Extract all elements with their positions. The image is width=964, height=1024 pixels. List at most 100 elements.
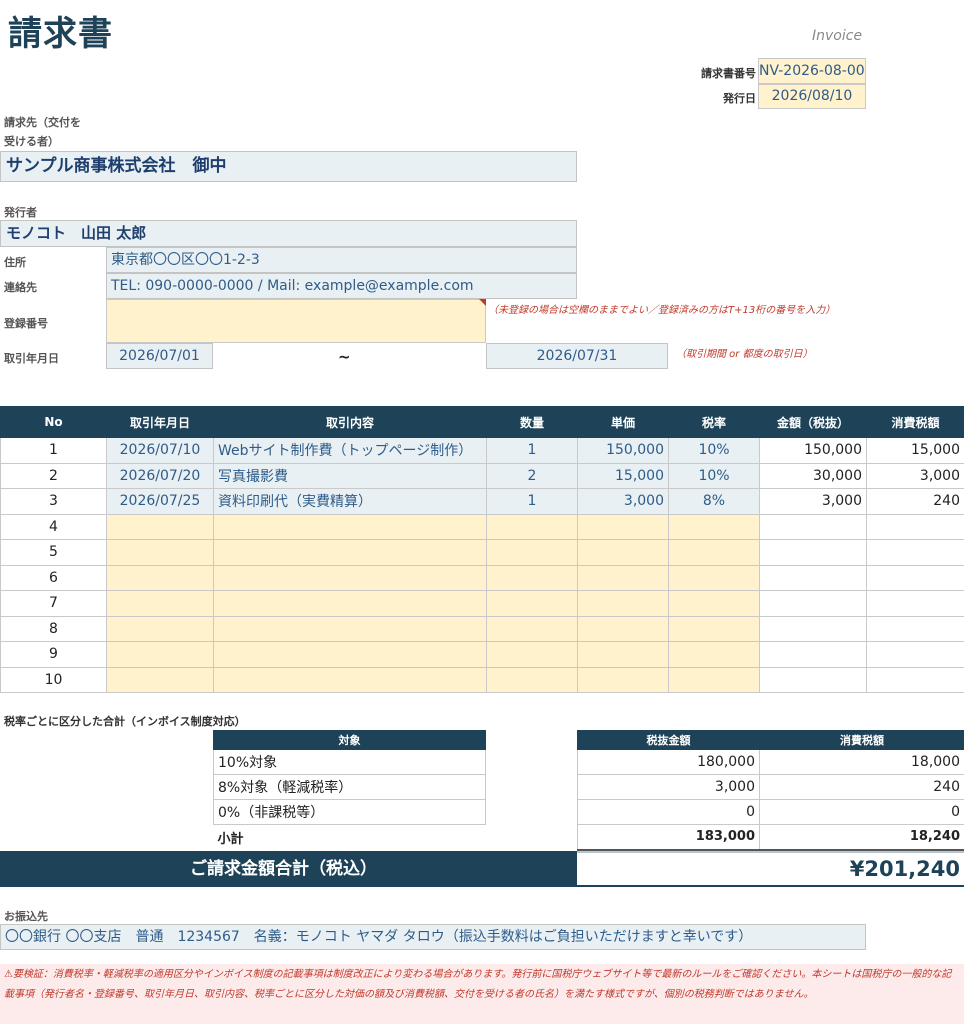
row-desc[interactable] [213, 513, 487, 540]
bank-field[interactable]: 〇〇銀行 〇〇支店 普通 1234567 名義：モノコト ヤマダ タロウ（振込手… [0, 924, 866, 950]
row-date[interactable]: 2026/07/10 [106, 437, 214, 464]
row-rate[interactable] [668, 539, 760, 566]
row-desc[interactable] [213, 564, 487, 591]
summary-values-table: 税抜金額 消費税額 180,000 18,000 3,000 240 0 0 1… [577, 730, 964, 851]
contact-field[interactable]: TEL: 090-0000-0000 / Mail: example@examp… [106, 273, 577, 299]
table-row: 5 [0, 539, 964, 566]
row-date[interactable] [106, 539, 214, 566]
contact-label: 連絡先 [4, 281, 37, 294]
row-price[interactable]: 3,000 [577, 488, 669, 515]
col-header-date: 取引年月日 [106, 406, 214, 438]
subtotal-tax: 18,240 [759, 824, 964, 851]
period-from-field[interactable]: 2026/07/01 [106, 343, 213, 369]
row-desc[interactable] [213, 641, 487, 668]
row-desc[interactable] [213, 539, 487, 566]
recipient-label: 請求先（交付を 受ける者） [4, 113, 81, 151]
row-tax [866, 641, 964, 668]
row-qty[interactable] [486, 641, 578, 668]
items-header-row: No 取引年月日 取引内容 数量 単価 税率 金額（税抜） 消費税額 [0, 406, 964, 438]
recipient-name-field[interactable]: サンプル商事株式会社 御中 [0, 151, 577, 182]
row-desc[interactable]: Webサイト制作費（トップページ制作） [213, 437, 487, 464]
address-label: 住所 [4, 256, 26, 269]
row-no: 2 [0, 462, 107, 489]
row-qty[interactable]: 2 [486, 462, 578, 489]
row-amount [759, 513, 867, 540]
row-tax [866, 615, 964, 642]
row-qty[interactable] [486, 615, 578, 642]
table-row: 3 2026/07/25 資料印刷代（実費精算） 1 3,000 8% 3,00… [0, 488, 964, 515]
col-header-price: 単価 [577, 406, 669, 438]
row-qty[interactable]: 1 [486, 488, 578, 515]
row-tax: 240 [866, 488, 964, 515]
row-desc[interactable]: 写真撮影費 [213, 462, 487, 489]
row-rate[interactable] [668, 513, 760, 540]
row-price[interactable] [577, 641, 669, 668]
row-qty[interactable]: 1 [486, 437, 578, 464]
row-amount [759, 666, 867, 693]
row-qty[interactable] [486, 513, 578, 540]
row-desc[interactable] [213, 615, 487, 642]
row-date[interactable] [106, 641, 214, 668]
row-rate[interactable] [668, 590, 760, 617]
row-qty[interactable] [486, 666, 578, 693]
subtotal-label: 小計 [217, 831, 244, 847]
subtotal-net: 183,000 [577, 824, 760, 851]
issue-date-label: 発行日 [723, 92, 756, 105]
row-desc[interactable] [213, 666, 487, 693]
row-price[interactable] [577, 666, 669, 693]
row-date[interactable]: 2026/07/25 [106, 488, 214, 515]
bank-label: お振込先 [4, 910, 48, 923]
row-tax [866, 513, 964, 540]
row-qty[interactable] [486, 564, 578, 591]
row-qty[interactable] [486, 590, 578, 617]
row-no: 7 [0, 590, 107, 617]
row-date[interactable] [106, 564, 214, 591]
row-date[interactable] [106, 666, 214, 693]
issuer-name-field[interactable]: モノコト 山田 太郎 [0, 220, 577, 247]
row-price[interactable]: 15,000 [577, 462, 669, 489]
row-desc[interactable] [213, 590, 487, 617]
row-price[interactable] [577, 539, 669, 566]
invoice-number-label: 請求書番号 [701, 67, 756, 80]
row-date[interactable]: 2026/07/20 [106, 462, 214, 489]
summary-title: 税率ごとに区分した合計（インボイス制度対応） [4, 715, 246, 728]
summary-row-label: 10%対象 [213, 749, 486, 775]
row-rate[interactable] [668, 641, 760, 668]
issue-date-field[interactable]: 2026/08/10 [758, 84, 866, 109]
row-no: 6 [0, 564, 107, 591]
row-date[interactable] [106, 615, 214, 642]
row-rate[interactable]: 10% [668, 437, 760, 464]
period-note: （取引期間 or 都度の取引日） [676, 349, 813, 360]
row-desc[interactable]: 資料印刷代（実費精算） [213, 488, 487, 515]
recipient-label-line1: 請求先（交付を [4, 116, 81, 129]
row-date[interactable] [106, 590, 214, 617]
registration-label: 登録番号 [4, 317, 48, 330]
row-rate[interactable] [668, 615, 760, 642]
row-rate[interactable] [668, 666, 760, 693]
summary-row-net: 3,000 [577, 774, 760, 800]
address-field[interactable]: 東京都〇〇区〇〇1-2-3 [106, 247, 577, 273]
row-price[interactable] [577, 513, 669, 540]
row-no: 10 [0, 666, 107, 693]
table-row: 2 2026/07/20 写真撮影費 2 15,000 10% 30,000 3… [0, 462, 964, 489]
row-rate[interactable] [668, 564, 760, 591]
row-rate[interactable]: 8% [668, 488, 760, 515]
row-amount [759, 564, 867, 591]
row-price[interactable] [577, 564, 669, 591]
period-tilde: ~ [338, 348, 351, 366]
row-price[interactable] [577, 615, 669, 642]
row-qty[interactable] [486, 539, 578, 566]
table-row: 8 [0, 615, 964, 642]
row-price[interactable] [577, 590, 669, 617]
period-to-field[interactable]: 2026/07/31 [486, 343, 668, 369]
summary-row-label: 0%（非課税等） [213, 799, 486, 825]
row-rate[interactable]: 10% [668, 462, 760, 489]
row-date[interactable] [106, 513, 214, 540]
invoice-number-field[interactable]: NV-2026-08-001 [758, 58, 866, 84]
col-header-rate: 税率 [668, 406, 760, 438]
row-tax: 15,000 [866, 437, 964, 464]
summary-target-table: 対象 10%対象 8%対象（軽減税率） 0%（非課税等） 小計 [213, 730, 486, 850]
col-header-no: No [0, 406, 107, 438]
row-price[interactable]: 150,000 [577, 437, 669, 464]
registration-field[interactable] [106, 299, 486, 343]
